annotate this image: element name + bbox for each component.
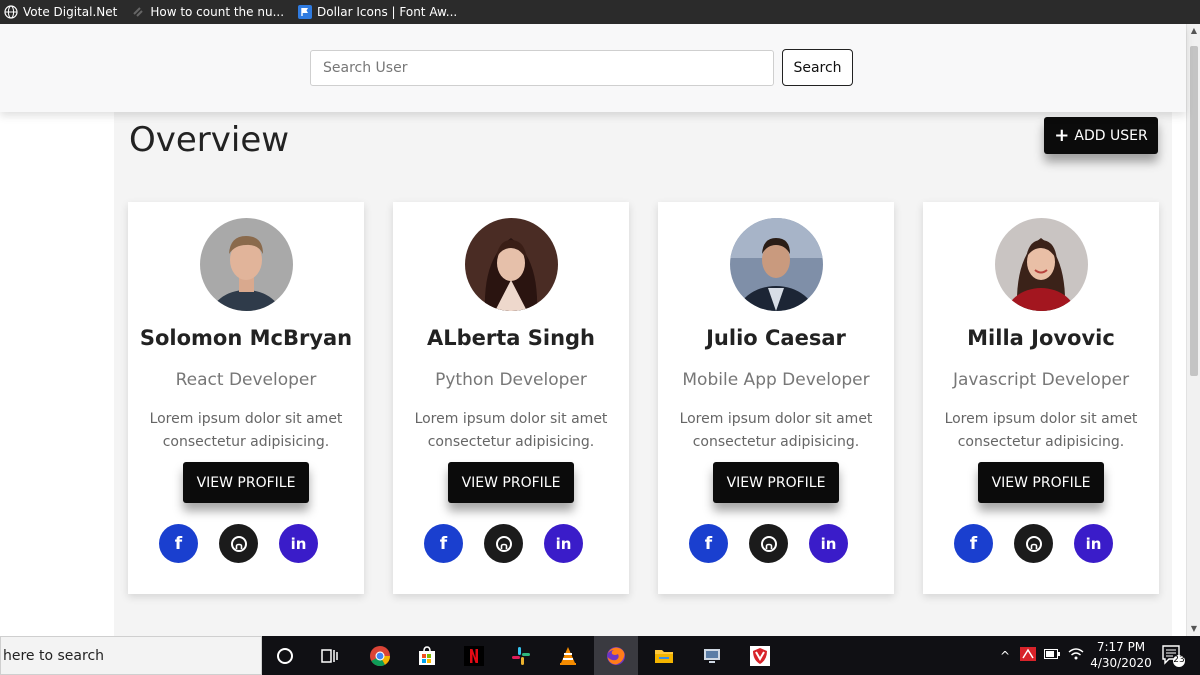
user-description: Lorem ipsum dolor sit amet consectetur a… <box>944 411 1138 450</box>
bookmark-label: Dollar Icons | Font Aw... <box>317 5 458 19</box>
slack-icon[interactable] <box>499 636 543 675</box>
view-profile-button[interactable]: VIEW PROFILE <box>183 462 309 503</box>
user-card: Solomon McBryan React Developer Lorem ip… <box>128 202 364 594</box>
taskbar-search-box[interactable]: here to search <box>0 636 262 675</box>
cortana-icon[interactable] <box>263 636 307 675</box>
clock-time: 7:17 PM <box>1096 640 1146 654</box>
view-profile-button[interactable]: VIEW PROFILE <box>713 462 839 503</box>
facebook-glyph: f <box>969 533 978 554</box>
linkedin-icon[interactable]: in <box>809 524 848 563</box>
avatar <box>995 218 1088 311</box>
user-role: Javascript Developer <box>952 370 1130 390</box>
facebook-glyph: f <box>174 533 183 554</box>
view-profile-button[interactable]: VIEW PROFILE <box>978 462 1104 503</box>
flag-icon <box>298 5 313 19</box>
linkedin-icon[interactable]: in <box>544 524 583 563</box>
avatar <box>730 218 823 311</box>
user-card: ALberta Singh Python Developer Lorem ips… <box>393 202 629 594</box>
user-card: Milla Jovovic Javascript Developer Lorem… <box>923 202 1159 594</box>
search-user-input[interactable] <box>310 50 774 86</box>
page-title: Overview <box>129 120 290 160</box>
facebook-icon[interactable]: f <box>159 524 198 563</box>
clock-date: 4/30/2020 <box>1090 656 1152 670</box>
github-icon[interactable] <box>219 524 258 563</box>
social-links: f in <box>159 524 339 563</box>
plus-icon: + <box>1054 124 1070 146</box>
user-description: Lorem ipsum dolor sit amet consectetur a… <box>679 411 873 450</box>
github-icon[interactable] <box>1014 524 1053 563</box>
facebook-glyph: f <box>704 533 713 554</box>
linkedin-glyph: in <box>555 534 572 553</box>
notification-center-icon[interactable]: 23 <box>1160 642 1186 668</box>
linkedin-icon[interactable]: in <box>1074 524 1113 563</box>
bookmark-count[interactable]: How to count the nu... <box>131 5 284 19</box>
linkedin-icon[interactable]: in <box>279 524 318 563</box>
link-icon <box>131 5 145 19</box>
github-icon[interactable] <box>749 524 788 563</box>
facebook-icon[interactable]: f <box>689 524 728 563</box>
github-icon[interactable] <box>484 524 523 563</box>
user-description: Lorem ipsum dolor sit amet consectetur a… <box>149 411 343 450</box>
search-button[interactable]: Search <box>782 49 853 86</box>
bookmark-font-awesome[interactable]: Dollar Icons | Font Aw... <box>298 5 457 19</box>
facebook-glyph: f <box>439 533 448 554</box>
taskbar: here to search ^ 7:17 PM 4/30/2020 23 <box>0 636 1200 675</box>
antivirus-shield-icon[interactable] <box>738 636 782 675</box>
user-name: ALberta Singh <box>426 326 596 350</box>
remote-desktop-icon[interactable] <box>690 636 734 675</box>
social-links: f in <box>689 524 869 563</box>
bookmarks-bar: Vote Digital.Net How to count the nu... … <box>0 0 1200 24</box>
chevron-up-icon[interactable]: ^ <box>1000 649 1010 663</box>
netflix-icon[interactable] <box>452 636 496 675</box>
wifi-icon[interactable] <box>1068 647 1084 664</box>
linkedin-glyph: in <box>1085 534 1102 553</box>
file-explorer-icon[interactable] <box>642 636 686 675</box>
avatar <box>465 218 558 311</box>
firefox-icon[interactable] <box>594 636 638 675</box>
battery-icon[interactable] <box>1044 649 1061 662</box>
scroll-up-arrow-icon[interactable]: ▲ <box>1187 24 1200 38</box>
vlc-icon[interactable] <box>546 636 590 675</box>
scroll-down-arrow-icon[interactable]: ▼ <box>1187 622 1200 636</box>
store-icon[interactable] <box>405 636 449 675</box>
taskbar-clock[interactable]: 7:17 PM 4/30/2020 <box>1088 639 1154 671</box>
linkedin-glyph: in <box>290 534 307 553</box>
pdf-tray-icon[interactable] <box>1020 647 1037 664</box>
user-role: React Developer <box>175 370 317 390</box>
task-view-icon[interactable] <box>308 636 352 675</box>
system-tray: ^ <box>1000 636 1092 675</box>
main-content: Overview + ADD USER Solomon McBryan Reac… <box>114 112 1172 636</box>
user-name: Milla Jovovic <box>967 326 1115 350</box>
bookmark-vote-digital[interactable]: Vote Digital.Net <box>4 5 117 19</box>
taskbar-search-text: here to search <box>3 648 105 664</box>
facebook-icon[interactable]: f <box>954 524 993 563</box>
scrollbar-thumb[interactable] <box>1190 46 1198 376</box>
user-role: Mobile App Developer <box>682 370 870 390</box>
facebook-icon[interactable]: f <box>424 524 463 563</box>
user-role: Python Developer <box>435 370 587 390</box>
add-user-button[interactable]: + ADD USER <box>1044 117 1158 154</box>
bookmark-label: How to count the nu... <box>150 5 285 19</box>
linkedin-glyph: in <box>820 534 837 553</box>
view-profile-button[interactable]: VIEW PROFILE <box>448 462 574 503</box>
notification-count: 23 <box>1173 655 1185 665</box>
user-name: Solomon McBryan <box>139 326 353 350</box>
user-card: Julio Caesar Mobile App Developer Lorem … <box>658 202 894 594</box>
bookmark-label: Vote Digital.Net <box>23 5 118 19</box>
user-description: Lorem ipsum dolor sit amet consectetur a… <box>414 411 608 450</box>
social-links: f in <box>424 524 604 563</box>
social-links: f in <box>954 524 1134 563</box>
chrome-icon[interactable] <box>358 636 402 675</box>
avatar <box>200 218 293 311</box>
user-cards: Solomon McBryan React Developer Lorem ip… <box>128 202 1188 594</box>
add-user-label: ADD USER <box>1074 127 1148 144</box>
app-header: Search <box>0 24 1186 112</box>
user-name: Julio Caesar <box>706 326 846 350</box>
globe-icon <box>4 5 18 19</box>
vertical-scrollbar[interactable]: ▲ ▼ <box>1186 24 1200 636</box>
